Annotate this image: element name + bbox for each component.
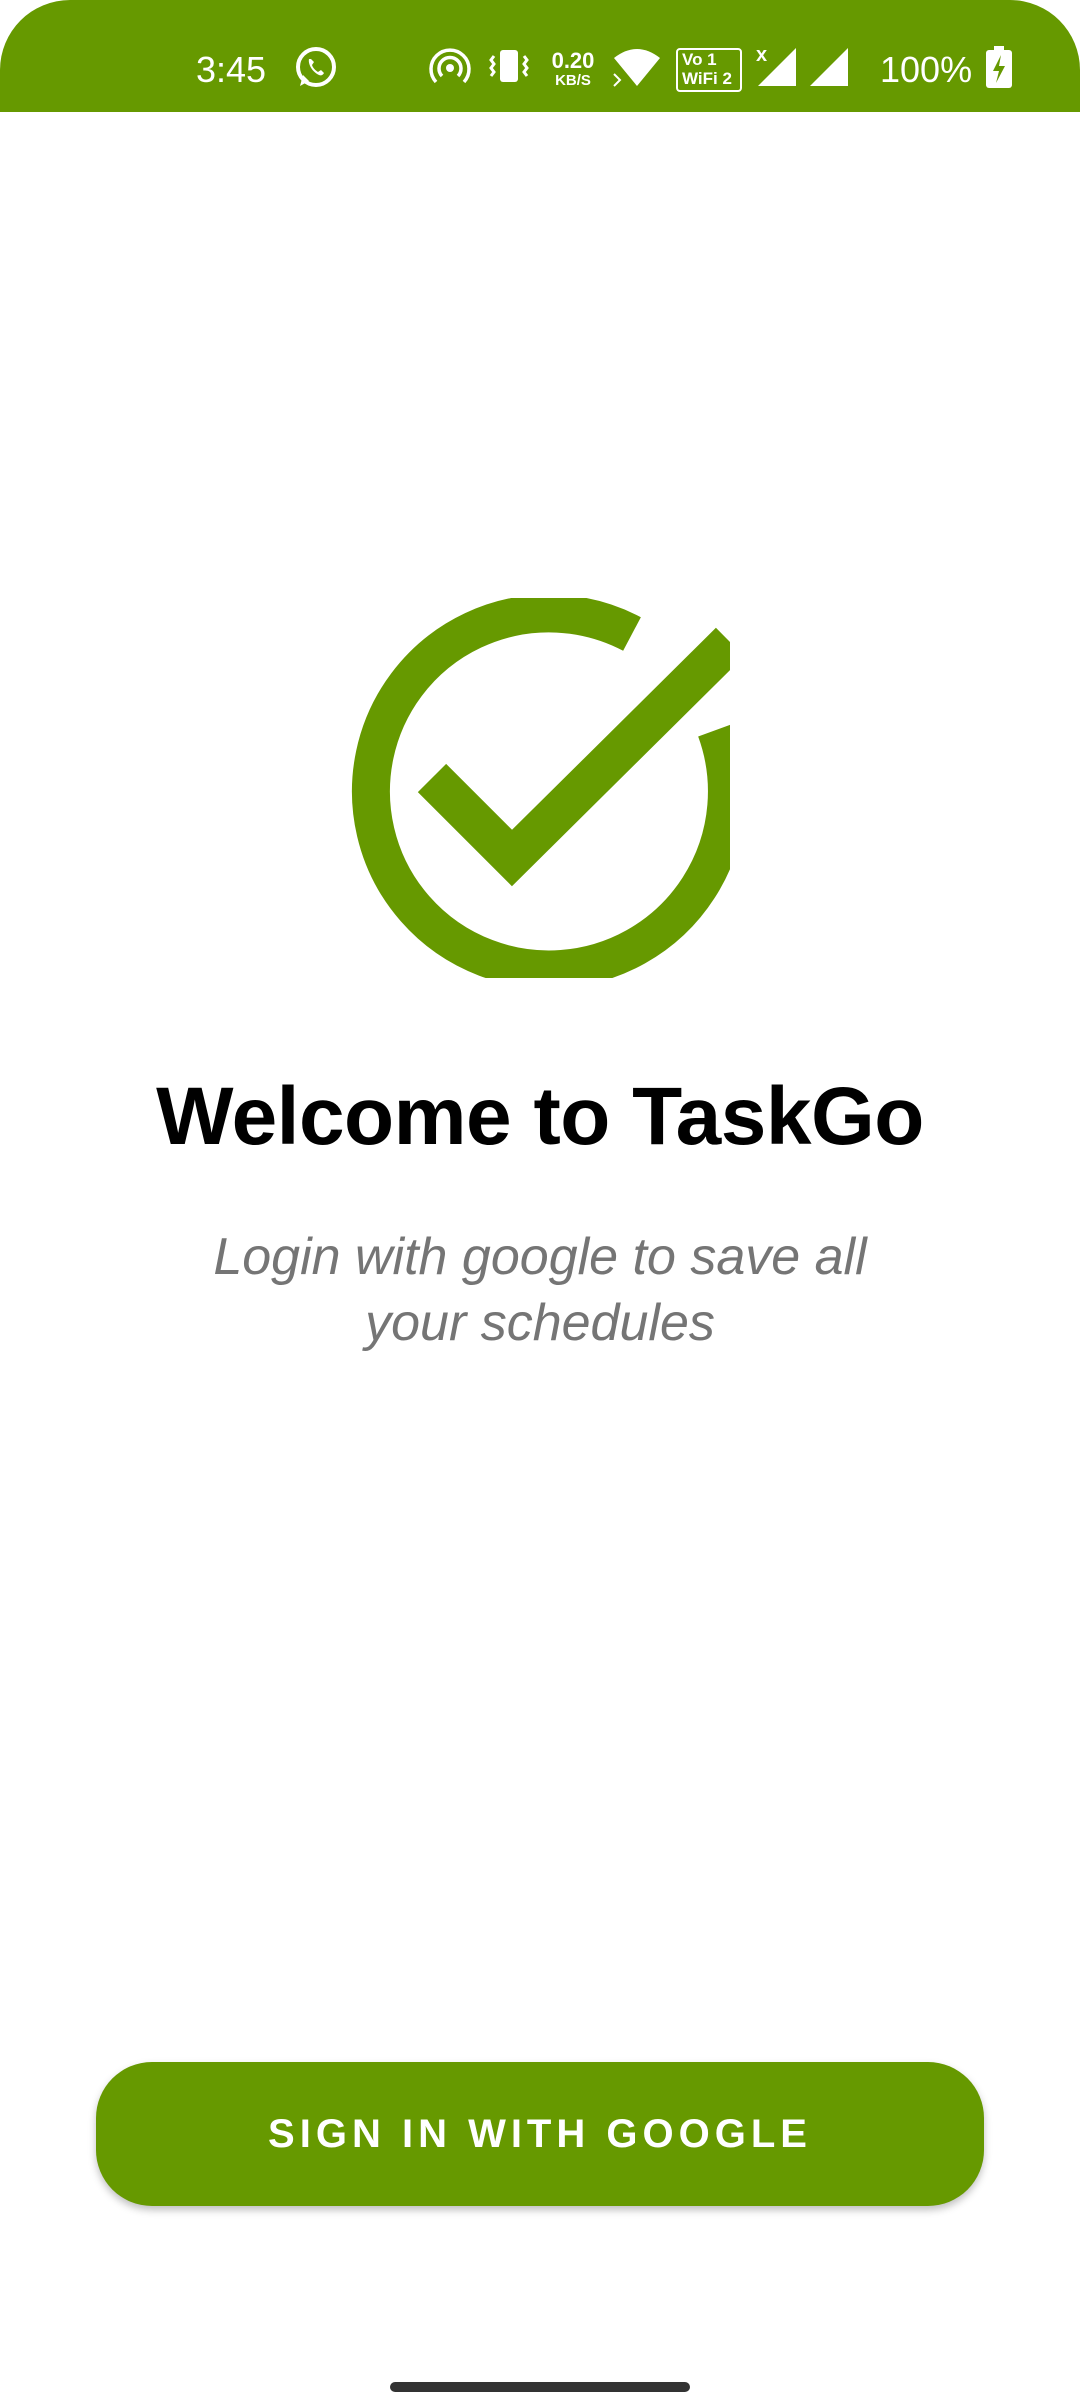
- battery-percent: 100%: [880, 49, 973, 90]
- data-rate-unit: KB/S: [555, 72, 591, 89]
- battery-charging-icon: [984, 44, 1014, 94]
- data-rate: 0.20 KB/S: [546, 48, 600, 89]
- welcome-subtitle: Login with google to save all your sched…: [213, 1228, 867, 1352]
- login-screen: 3:45 0.20 KB/S Vo 1 WiFi 2 x 100% Welcom…: [0, 0, 1080, 2400]
- vowifi-line1: Vo 1: [682, 50, 717, 69]
- vibrate-icon: [486, 44, 532, 94]
- welcome-title: Welcome to TaskGo: [156, 1071, 924, 1162]
- status-bar: 3:45 0.20 KB/S Vo 1 WiFi 2 x 100%: [0, 0, 1080, 112]
- data-rate-value: 0.20: [551, 48, 595, 73]
- hotspot-icon: [428, 44, 472, 94]
- sign-in-with-google-button[interactable]: SIGN IN WITH GOOGLE: [96, 2062, 984, 2206]
- vowifi-line2: WiFi 2: [682, 69, 732, 88]
- signal-2-icon: [808, 44, 850, 94]
- vowifi-badge: Vo 1 WiFi 2: [676, 48, 742, 92]
- wifi-icon: [612, 44, 662, 94]
- whatsapp-icon: [292, 44, 340, 94]
- check-circle-icon: [351, 594, 746, 989]
- status-time: 3:45: [196, 49, 267, 90]
- app-logo: [350, 594, 746, 989]
- signal-1-icon: [756, 44, 798, 94]
- home-indicator[interactable]: [390, 2382, 690, 2392]
